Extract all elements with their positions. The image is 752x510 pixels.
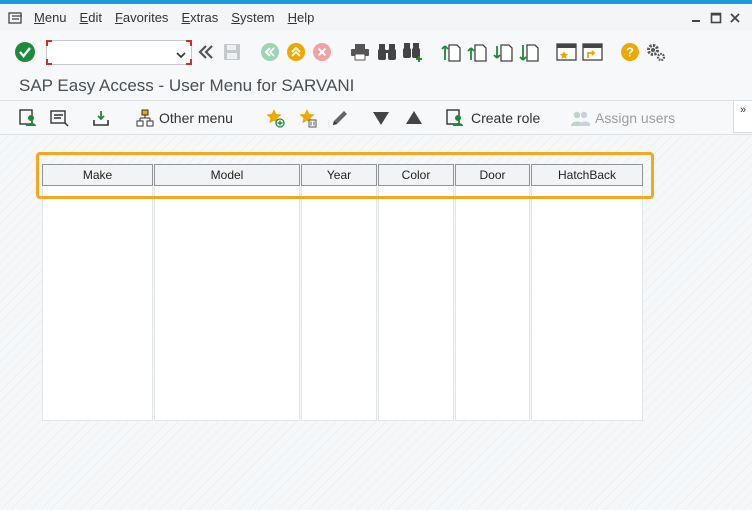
shortcut-icon[interactable] (581, 40, 605, 64)
column-header-make[interactable]: Make (42, 164, 153, 186)
table-column-year: Year (301, 164, 377, 421)
column-body-door[interactable] (455, 186, 530, 421)
first-page-icon[interactable] (439, 40, 463, 64)
column-body-model[interactable] (154, 186, 300, 421)
menu-item-system[interactable]: System (231, 10, 274, 25)
menu-item-favorites[interactable]: Favorites (115, 10, 168, 25)
table-column-door: Door (455, 164, 530, 421)
page-title: SAP Easy Access - User Menu for SARVANI (19, 76, 355, 95)
command-input[interactable] (51, 43, 169, 62)
column-body-hatchback[interactable] (531, 186, 643, 421)
new-session-icon[interactable] (555, 40, 579, 64)
column-header-door[interactable]: Door (455, 164, 530, 186)
add-favorite-icon[interactable] (265, 108, 285, 128)
table-column-hatchback: HatchBack (531, 164, 643, 421)
column-body-year[interactable] (301, 186, 377, 421)
user-menu-icon[interactable] (19, 108, 39, 128)
close-icon[interactable] (727, 10, 743, 26)
data-table: Make Model Year Color Door HatchBack (42, 164, 643, 421)
menu-list-icon[interactable] (7, 11, 25, 25)
assign-users-button: Assign users (595, 110, 676, 126)
collapse-double-left-icon[interactable] (194, 40, 218, 64)
minimize-icon[interactable] (688, 10, 704, 26)
system-toolbar: ? (0, 31, 752, 73)
column-header-year[interactable]: Year (301, 164, 377, 186)
help-icon[interactable]: ? (618, 40, 642, 64)
back-icon[interactable] (258, 40, 282, 64)
previous-page-icon[interactable] (465, 40, 489, 64)
table-column-make: Make (42, 164, 153, 421)
create-role-icon[interactable] (446, 108, 466, 128)
menu-bar: Menu Edit Favorites Extras System Help (0, 4, 752, 31)
print-icon[interactable] (348, 40, 372, 64)
find-next-icon[interactable] (401, 40, 425, 64)
exit-icon[interactable] (284, 40, 308, 64)
edit-pencil-icon[interactable] (330, 108, 350, 128)
sap-menu-icon[interactable] (50, 108, 70, 128)
menu-item-edit[interactable]: Edit (80, 10, 102, 25)
column-body-color[interactable] (378, 186, 454, 421)
column-header-model[interactable]: Model (154, 164, 300, 186)
cancel-icon[interactable] (310, 40, 334, 64)
other-menu-icon[interactable] (135, 108, 155, 128)
next-page-icon[interactable] (491, 40, 515, 64)
application-toolbar: Other menu Create role Assign users (0, 101, 752, 134)
menu-item-extras[interactable]: Extras (181, 10, 218, 25)
table-column-color: Color (378, 164, 454, 421)
download-icon[interactable] (91, 108, 111, 128)
column-header-color[interactable]: Color (378, 164, 454, 186)
toolbar-overflow-button[interactable]: » (733, 101, 752, 133)
save-icon[interactable] (220, 40, 244, 64)
table-column-model: Model (154, 164, 300, 421)
other-menu-button[interactable]: Other menu (159, 110, 233, 126)
chevron-down-icon[interactable] (176, 47, 186, 59)
menu-item-menu[interactable]: Menu (34, 10, 67, 25)
delete-favorite-icon[interactable] (298, 108, 318, 128)
maximize-icon[interactable] (708, 10, 724, 26)
svg-text:?: ? (626, 45, 634, 60)
create-role-button[interactable]: Create role (471, 110, 540, 126)
find-icon[interactable] (375, 40, 399, 64)
menu-item-help[interactable]: Help (288, 10, 315, 25)
assign-users-icon (570, 108, 590, 128)
command-field[interactable] (46, 40, 192, 65)
settings-gear-icon[interactable] (644, 40, 668, 64)
move-up-icon[interactable] (404, 108, 424, 128)
column-body-make[interactable] (42, 186, 153, 421)
column-header-hatchback[interactable]: HatchBack (531, 164, 643, 186)
last-page-icon[interactable] (517, 40, 541, 64)
move-down-icon[interactable] (371, 108, 391, 128)
enter-check-icon[interactable] (13, 40, 37, 64)
